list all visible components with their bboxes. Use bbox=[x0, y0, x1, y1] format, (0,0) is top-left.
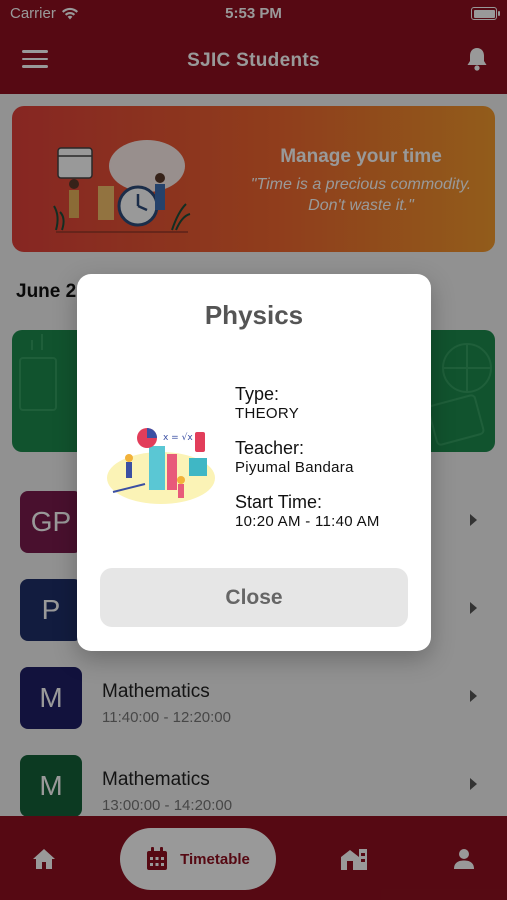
svg-text:x = √x: x = √x bbox=[163, 432, 193, 443]
class-details-dialog: Physics x = √x Type: THEORY Teacher: Piy… bbox=[77, 274, 431, 651]
dialog-title: Physics bbox=[204, 300, 304, 330]
teacher-label: Teacher: bbox=[235, 438, 305, 458]
close-button[interactable]: Close bbox=[100, 568, 408, 627]
start-time-label: Start Time: bbox=[235, 492, 323, 512]
type-label: Type: bbox=[235, 384, 280, 404]
type-value: THEORY bbox=[235, 405, 300, 422]
class-info: Type: THEORY Teacher: Piyumal Bandara St… bbox=[235, 384, 425, 546]
teacher-value: Piyumal Bandara bbox=[235, 459, 354, 476]
science-illustration: x = √x bbox=[107, 428, 215, 504]
start-time-value: 10:20 AM - 11:40 AM bbox=[235, 513, 380, 530]
